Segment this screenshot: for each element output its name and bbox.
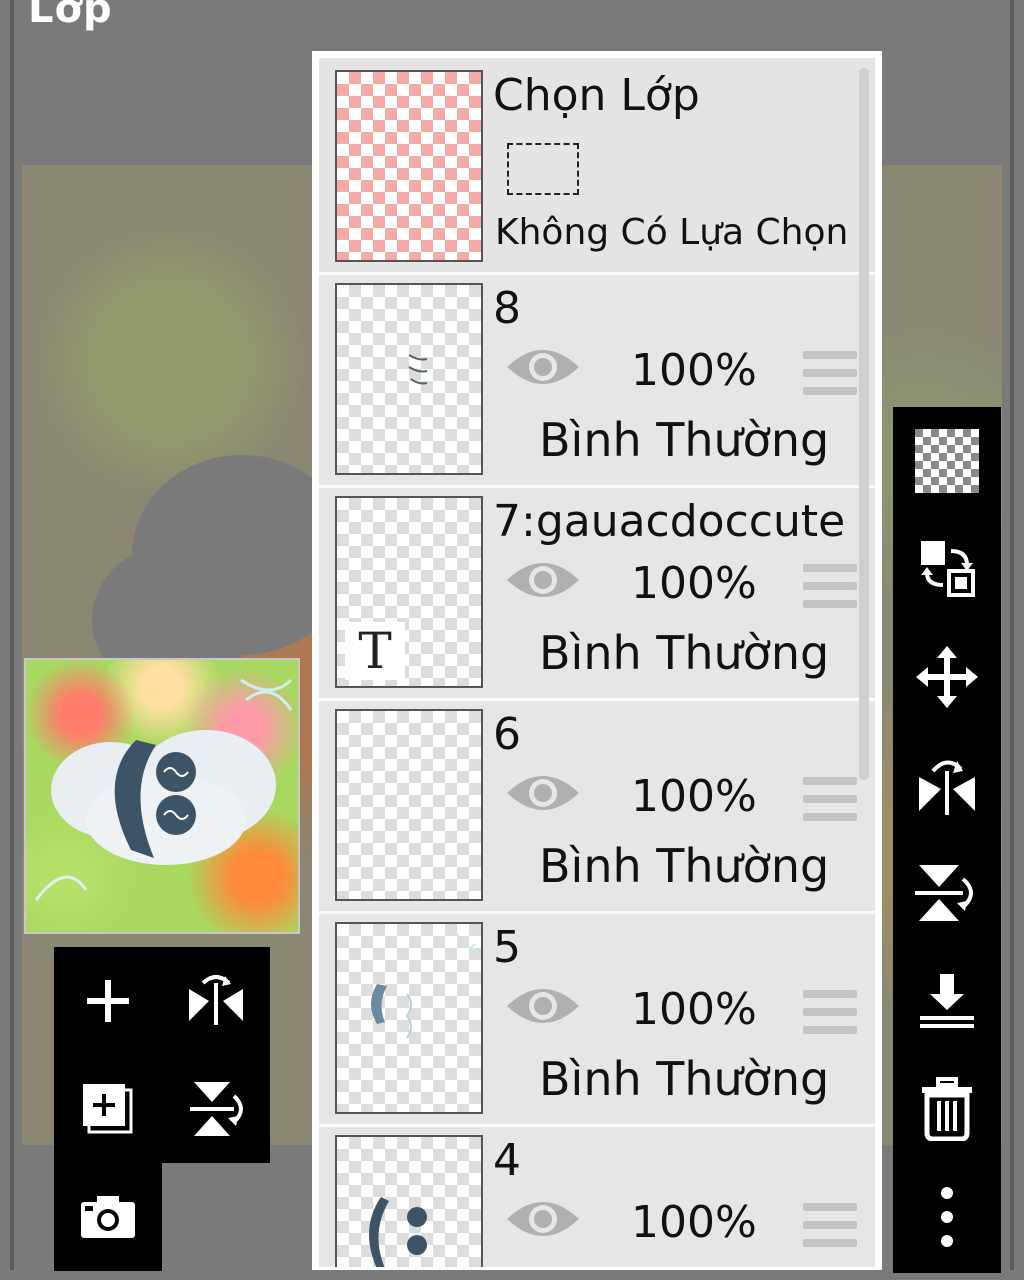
drag-handle-icon[interactable] [803, 564, 857, 608]
layer-row[interactable]: 8 100% Bình Thường [319, 275, 875, 488]
selection-marquee-icon [507, 143, 579, 195]
selection-thumbnail [335, 70, 483, 262]
selection-layer-row[interactable]: Chọn Lớp Không Có Lựa Chọn [319, 58, 875, 275]
layer-opacity[interactable]: 100% [631, 345, 757, 396]
layer-row[interactable]: 6 100% Bình Thường [319, 701, 875, 914]
selection-title: Chọn Lớp [493, 70, 700, 121]
layer-list[interactable]: Chọn Lớp Không Có Lựa Chọn 8 100% Bình T… [319, 58, 875, 1267]
layer-row[interactable]: 4 100% [319, 1127, 875, 1267]
layer-opacity[interactable]: 100% [631, 771, 757, 822]
layer-row[interactable]: 5 100% Bình Thường [319, 914, 875, 1127]
layer-name: 5 [493, 922, 521, 973]
page-title: Lớp [28, 0, 113, 32]
layer-name: 8 [493, 283, 521, 334]
eye-icon[interactable] [505, 769, 581, 817]
flip-vertical-icon[interactable] [893, 839, 1001, 947]
layer-thumbnail: T [335, 496, 483, 688]
add-copy-layer-icon[interactable] [54, 1055, 162, 1163]
drag-handle-icon[interactable] [803, 990, 857, 1034]
flip-horizontal-icon[interactable] [893, 731, 1001, 839]
layer-thumbnail [335, 709, 483, 901]
merge-down-icon[interactable] [893, 947, 1001, 1055]
scrollbar[interactable] [859, 68, 869, 780]
left-toolbar-bottom [54, 1163, 162, 1271]
blend-mode[interactable]: Bình Thường [539, 413, 829, 467]
selection-status: Không Có Lựa Chọn [495, 212, 849, 253]
blend-mode[interactable]: Bình Thường [539, 1052, 829, 1106]
blend-mode[interactable]: Bình Thường [539, 839, 829, 893]
camera-icon[interactable] [54, 1163, 162, 1271]
layer-opacity[interactable]: 100% [631, 1197, 757, 1248]
drag-handle-icon[interactable] [803, 777, 857, 821]
drag-handle-icon[interactable] [803, 351, 857, 395]
layer-row[interactable]: T 7:gauacdoccute 100% Bình Thường [319, 488, 875, 701]
blend-mode[interactable]: Bình Thường [539, 626, 829, 680]
layer-opacity[interactable]: 100% [631, 558, 757, 609]
canvas-thumbnail[interactable] [24, 658, 300, 934]
flip-horizontal-icon[interactable] [162, 947, 270, 1055]
layer-panel: Chọn Lớp Không Có Lựa Chọn 8 100% Bình T… [312, 51, 882, 1270]
move-icon[interactable] [893, 623, 1001, 731]
left-toolbar [54, 947, 270, 1163]
eye-icon[interactable] [505, 556, 581, 604]
swap-layers-icon[interactable] [893, 515, 1001, 623]
right-toolbar [893, 407, 1001, 1273]
layer-opacity[interactable]: 100% [631, 984, 757, 1035]
flip-vertical-icon[interactable] [162, 1055, 270, 1163]
more-icon[interactable] [893, 1163, 1001, 1271]
trash-icon[interactable] [893, 1055, 1001, 1163]
add-layer-icon[interactable] [54, 947, 162, 1055]
transparency-icon[interactable] [893, 407, 1001, 515]
layer-name: 4 [493, 1135, 521, 1186]
eye-icon[interactable] [505, 1195, 581, 1243]
layer-name: 7:gauacdoccute [493, 496, 846, 547]
layer-thumbnail [335, 283, 483, 475]
drag-handle-icon[interactable] [803, 1203, 857, 1247]
eye-icon[interactable] [505, 982, 581, 1030]
text-layer-icon: T [345, 622, 405, 680]
layer-thumbnail [335, 922, 483, 1114]
layer-name: 6 [493, 709, 521, 760]
eye-icon[interactable] [505, 343, 581, 391]
layer-thumbnail [335, 1135, 483, 1267]
